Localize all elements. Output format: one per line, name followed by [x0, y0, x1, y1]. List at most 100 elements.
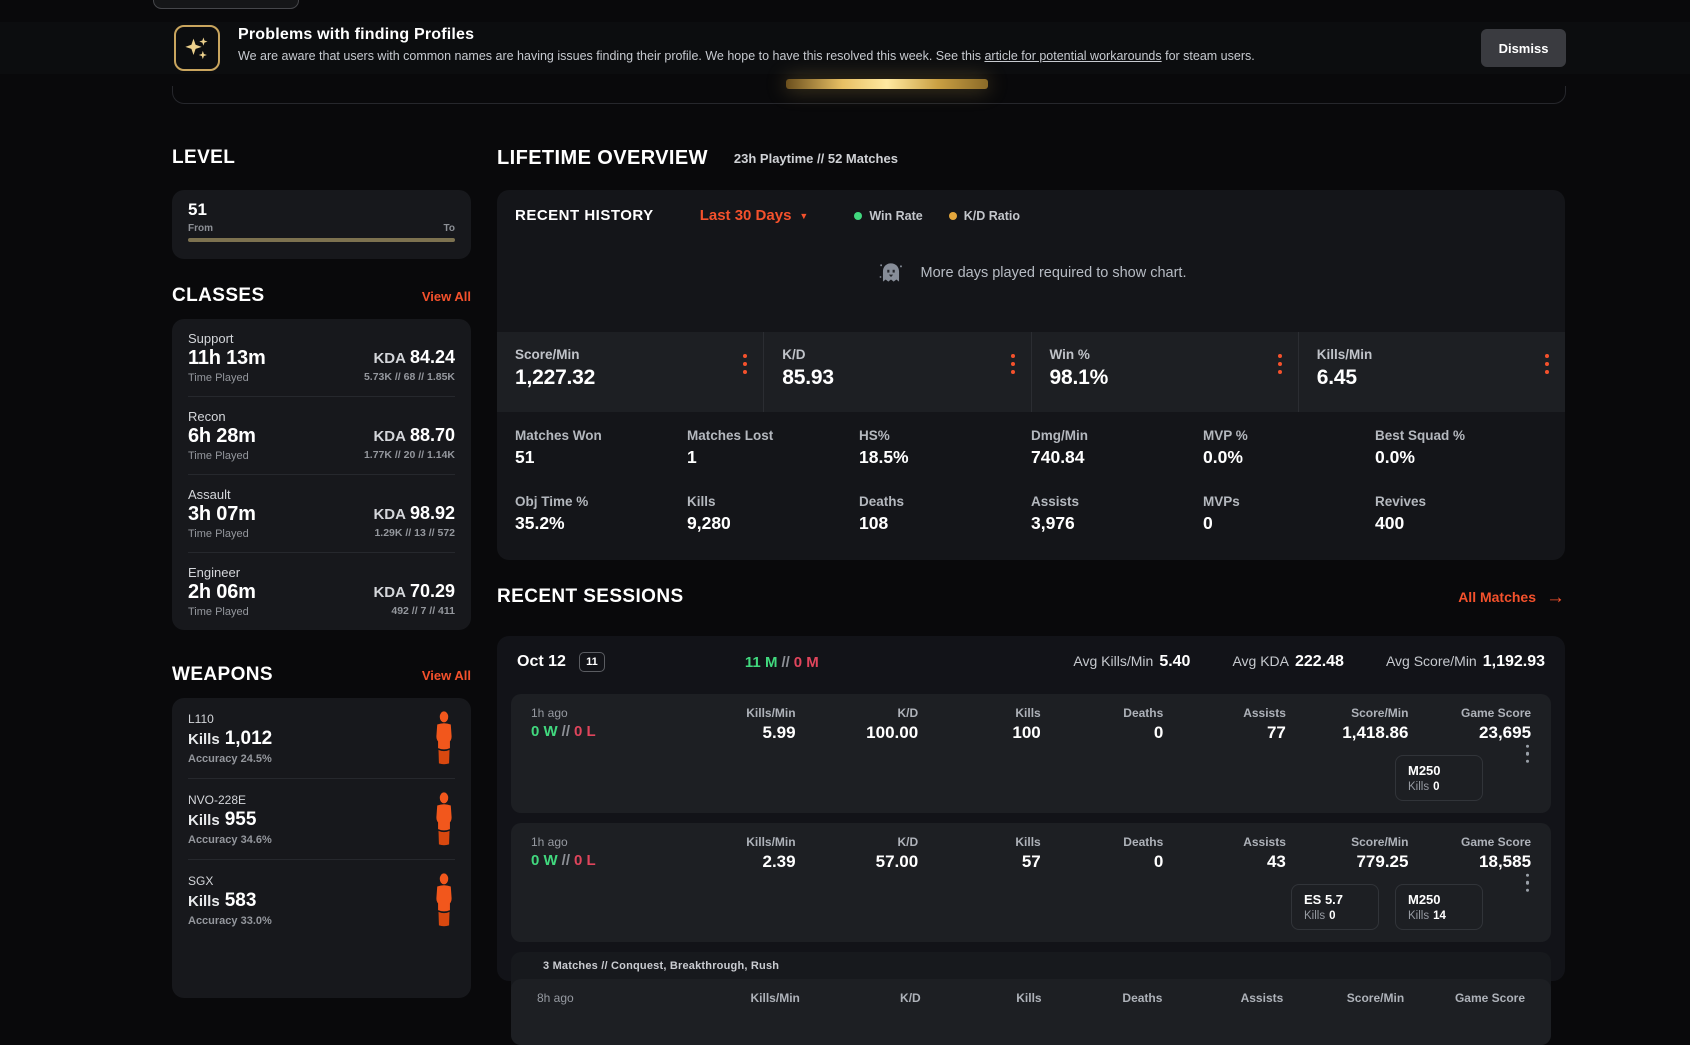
stat-label: K/D	[782, 347, 806, 362]
class-name: Assault	[188, 487, 231, 502]
class-name: Support	[188, 331, 234, 346]
legend-label: Win Rate	[869, 208, 923, 223]
class-kda-detail: 5.73K // 68 // 1.85K	[363, 371, 455, 383]
match-stat: Game Score 18,585	[1461, 835, 1532, 871]
stat-win-pct: Win % 98.1%	[1032, 332, 1299, 412]
kills-label: Kills	[188, 892, 220, 910]
kda-value: 98.92	[409, 503, 455, 523]
match-row[interactable]: 8h ago Kills/Min K/D Kills Deaths Assist…	[511, 979, 1551, 1045]
legend-kd-ratio[interactable]: K/D Ratio	[948, 208, 1020, 223]
match-stat: Score/Min 779.25	[1351, 835, 1409, 871]
stat-menu-icon[interactable]	[1277, 354, 1282, 374]
match-stat: Assists 77	[1243, 706, 1286, 742]
workarounds-link[interactable]: article for potential workarounds	[984, 49, 1161, 63]
kda-value: 84.24	[409, 347, 455, 367]
weapons-view-all-link[interactable]: View All	[422, 668, 471, 683]
recent-sessions-card: Oct 12 11 11 M//0 M Avg Kills/Min 5.40 Av…	[497, 636, 1565, 1045]
match-stat: Score/Min 1,418.86	[1342, 706, 1409, 742]
session-match-count-badge: 11	[578, 652, 605, 672]
match-stat: K/D	[900, 991, 921, 1005]
stat-menu-icon[interactable]	[1545, 354, 1549, 374]
all-matches-link[interactable]: All Matches →	[1458, 588, 1565, 607]
match-row[interactable]: 1h ago 0 W//0 L Kills/Min 2.39 K/D 57.00 K…	[511, 823, 1551, 942]
match-group: 3 Matches // Conquest, Breakthrough, Rus…	[511, 952, 1551, 1045]
recent-history-label: RECENT HISTORY	[515, 207, 654, 224]
level-progress-bar	[188, 238, 455, 242]
body-silhouette-icon	[433, 871, 455, 929]
weapon-chip: M250 Kills 14	[1395, 884, 1483, 930]
kills-value: 955	[224, 808, 257, 830]
match-stat: K/D 57.00	[875, 835, 919, 871]
class-row-recon[interactable]: Recon 6h 28m Time Played KDA 88.70 1.77K …	[172, 397, 471, 474]
level-card: 51 From To	[172, 190, 471, 259]
match-stat: Kills	[1016, 991, 1042, 1005]
stat-cell: Matches Won 51	[515, 428, 602, 467]
stat-value: 6.45	[1316, 366, 1357, 389]
stat-cell: Obj Time % 35.2%	[515, 494, 589, 533]
weapon-chip: ES 5.7 Kills 0	[1291, 884, 1379, 930]
win-rate-dot	[854, 211, 863, 220]
weapon-name: L110	[188, 711, 214, 726]
match-stat: Game Score 23,695	[1461, 706, 1532, 742]
session-header: Oct 12 11 11 M//0 M Avg Kills/Min 5.40 Av…	[511, 646, 1551, 684]
weapon-row-nvo228e[interactable]: NVO-228E Kills 955 Accuracy 34.6%	[172, 779, 471, 859]
kda-label: KDA	[373, 428, 406, 445]
weapon-accuracy: Accuracy 34.6%	[188, 833, 272, 846]
match-row[interactable]: 1h ago 0 W//0 L Kills/Min 5.99 K/D 100.00 …	[511, 694, 1551, 813]
stat-menu-icon[interactable]	[1010, 354, 1015, 374]
session-result: 11 M//0 M	[744, 653, 819, 671]
legend-label: K/D Ratio	[963, 208, 1020, 223]
chart-empty-message: More days played required to show chart.	[920, 265, 1187, 281]
level-value: 51	[188, 200, 207, 219]
weapon-row-l110[interactable]: L110 Kills 1,012 Accuracy 24.5%	[172, 698, 471, 778]
body-silhouette-icon	[433, 709, 455, 767]
match-stat: Kills/Min	[750, 991, 800, 1005]
class-row-assault[interactable]: Assault 3h 07m Time Played KDA 98.92 1.29…	[172, 475, 471, 552]
recent-sessions-heading: RECENT SESSIONS	[497, 586, 684, 607]
chevron-down-icon: ▼	[799, 210, 809, 221]
class-time: 2h 06m	[188, 581, 256, 603]
session-agg-kills-min: Avg Kills/Min 5.40	[1073, 653, 1191, 670]
kills-label: Kills	[188, 811, 220, 829]
stat-cell: Best Squad % 0.0%	[1375, 428, 1466, 467]
match-stat: Assists	[1240, 991, 1284, 1005]
class-name: Recon	[188, 409, 226, 424]
dismiss-button[interactable]: Dismiss	[1481, 29, 1566, 67]
session-agg-score-min: Avg Score/Min 1,192.93	[1385, 653, 1545, 670]
class-row-support[interactable]: Support 11h 13m Time Played KDA 84.24 5.7…	[172, 319, 471, 396]
match-time-ago: 1h ago	[531, 835, 568, 849]
kd-ratio-dot	[948, 211, 957, 220]
class-kda-detail: 1.29K // 13 // 572	[374, 527, 455, 539]
legend-win-rate[interactable]: Win Rate	[854, 208, 923, 223]
match-menu-icon[interactable]	[1525, 873, 1529, 892]
stat-cell: Revives 400	[1375, 494, 1427, 533]
match-stat: Score/Min	[1346, 991, 1405, 1005]
class-time: 6h 28m	[188, 425, 256, 447]
top-tab-remnant	[153, 0, 299, 9]
match-menu-icon[interactable]	[1525, 744, 1529, 763]
stat-label: Win %	[1049, 347, 1090, 362]
stat-score-min: Score/Min 1,227.32	[497, 332, 765, 412]
class-row-engineer[interactable]: Engineer 2h 06m Time Played KDA 70.29 492…	[172, 553, 471, 630]
weapon-row-sgx[interactable]: SGX Kills 583 Accuracy 33.0%	[172, 860, 471, 940]
class-kda-detail: 1.77K // 20 // 1.14K	[363, 449, 455, 461]
weapon-accuracy: Accuracy 24.5%	[188, 752, 272, 765]
secondary-stats-grid: Matches Won 51 Matches Lost 1 HS% 18.5% Dmg…	[497, 412, 1565, 560]
kda-label: KDA	[373, 584, 406, 601]
sparkles-icon	[174, 25, 220, 71]
match-time-ago: 8h ago	[537, 991, 574, 1005]
match-stat: Deaths 0	[1123, 706, 1164, 742]
kills-label: Kills	[188, 730, 220, 748]
classes-view-all-link[interactable]: View All	[422, 289, 471, 304]
match-stat: Kills/Min 5.99	[746, 706, 796, 742]
banner-message: We are aware that users with common name…	[238, 49, 1255, 63]
kda-value: 88.70	[409, 425, 455, 445]
stat-cell: Matches Lost 1	[687, 428, 774, 467]
date-range-dropdown[interactable]: Last 30 Days ▼	[700, 207, 809, 224]
primary-stats-strip: Score/Min 1,227.32 K/D 85.93 Win % 98.1%…	[497, 332, 1565, 412]
classes-heading: CLASSES	[172, 285, 265, 306]
stat-cell: MVP % 0.0%	[1203, 428, 1248, 467]
banner-text-before: We are aware that users with common name…	[238, 49, 985, 63]
stat-menu-icon[interactable]	[743, 354, 748, 374]
weapons-card: L110 Kills 1,012 Accuracy 24.5% NVO-228E …	[172, 698, 471, 998]
